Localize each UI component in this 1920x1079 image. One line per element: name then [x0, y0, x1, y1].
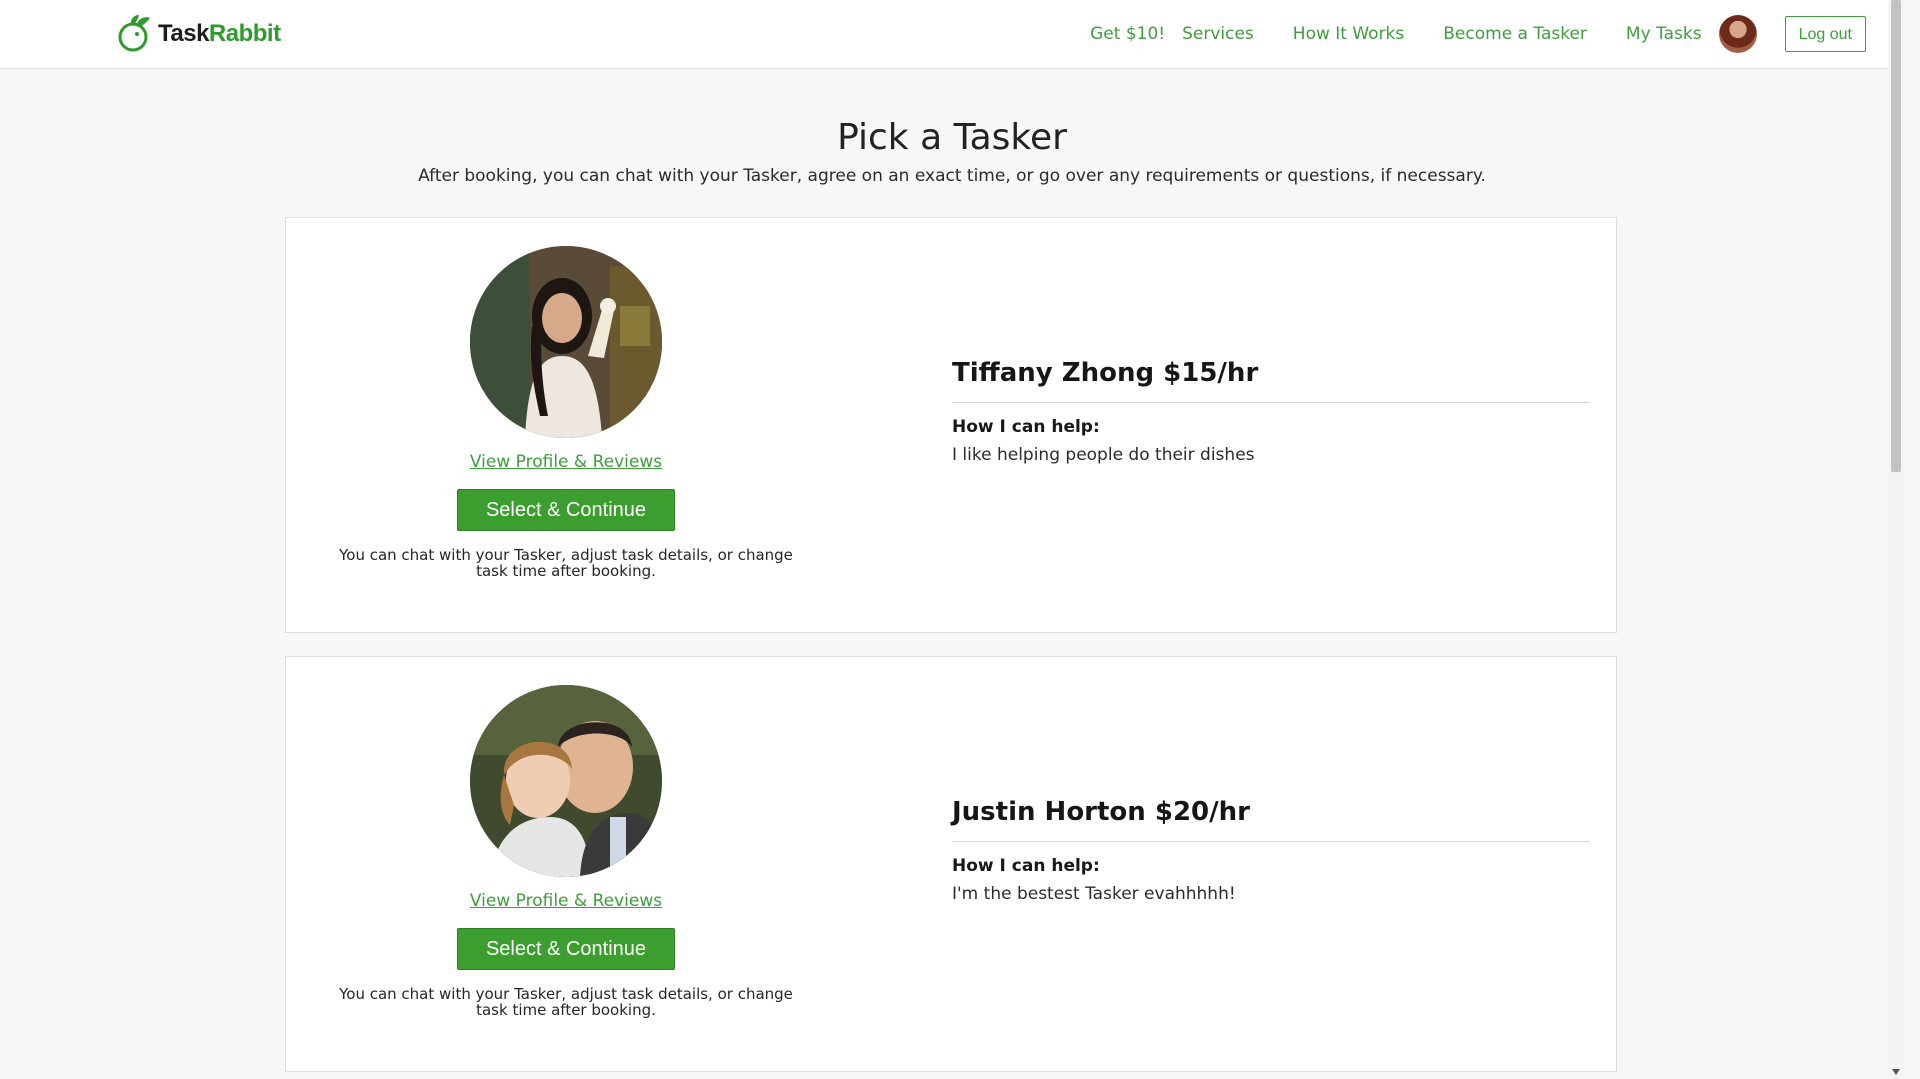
logo-word-task: Task: [158, 20, 209, 47]
scrollbar-thumb[interactable]: [1891, 0, 1901, 472]
tasker-name-rate: Justin Horton $20/hr: [952, 797, 1590, 842]
view-profile-link[interactable]: View Profile & Reviews: [470, 891, 662, 911]
tasker-card: View Profile & Reviews Select & Continue…: [285, 217, 1617, 633]
tasker-photo-image: [470, 685, 662, 877]
page-title: Pick a Tasker: [837, 117, 1067, 158]
select-continue-button[interactable]: Select & Continue: [457, 489, 675, 531]
top-navbar: TaskRabbit Get $10! Services How It Work…: [0, 0, 1904, 69]
nav-my-tasks[interactable]: My Tasks: [1626, 24, 1702, 44]
view-profile-link[interactable]: View Profile & Reviews: [470, 452, 662, 472]
tasker-card: View Profile & Reviews Select & Continue…: [285, 656, 1617, 1072]
nav-become-tasker[interactable]: Become a Tasker: [1443, 24, 1587, 44]
tasker-card-left: View Profile & Reviews Select & Continue…: [339, 685, 793, 1018]
taskrabbit-logo[interactable]: TaskRabbit: [114, 14, 281, 54]
user-avatar[interactable]: [1718, 15, 1757, 53]
main-nav: Get $10! Services How It Works Become a …: [1090, 0, 1904, 68]
tasker-photo-image: [470, 246, 662, 438]
tasker-name-rate: Tiffany Zhong $15/hr: [952, 358, 1590, 403]
page-heading: Pick a Tasker After booking, you can cha…: [0, 112, 1904, 186]
help-text: I'm the bestest Tasker evahhhhh!: [952, 884, 1236, 904]
logo-wordmark: TaskRabbit: [158, 20, 281, 48]
tasker-card-right: Justin Horton $20/hr How I can help: I'm…: [952, 797, 1590, 904]
rabbit-logo-icon: [118, 15, 150, 52]
nav-services[interactable]: Services: [1182, 24, 1254, 44]
tasker-card-left: View Profile & Reviews Select & Continue…: [339, 246, 793, 579]
nav-how-it-works[interactable]: How It Works: [1293, 24, 1404, 44]
tasker-photo[interactable]: [470, 685, 662, 877]
tasker-card-right: Tiffany Zhong $15/hr How I can help: I l…: [952, 358, 1590, 465]
logout-button[interactable]: Log out: [1784, 16, 1866, 52]
help-label: How I can help:: [952, 417, 1100, 437]
tasker-photo[interactable]: [470, 246, 662, 438]
page: TaskRabbit Get $10! Services How It Work…: [0, 0, 1904, 1079]
scroll-down-arrow-icon[interactable]: [1892, 1069, 1900, 1075]
vertical-scrollbar[interactable]: [1888, 0, 1904, 1079]
select-continue-button[interactable]: Select & Continue: [457, 928, 675, 970]
booking-note: You can chat with your Tasker, adjust ta…: [339, 985, 793, 1019]
logo-word-rabbit: Rabbit: [208, 20, 281, 47]
page-subtitle: After booking, you can chat with your Ta…: [418, 166, 1486, 186]
booking-note: You can chat with your Tasker, adjust ta…: [339, 546, 793, 580]
nav-get-10[interactable]: Get $10!: [1090, 24, 1165, 44]
help-label: How I can help:: [952, 856, 1100, 876]
help-text: I like helping people do their dishes: [952, 445, 1255, 465]
